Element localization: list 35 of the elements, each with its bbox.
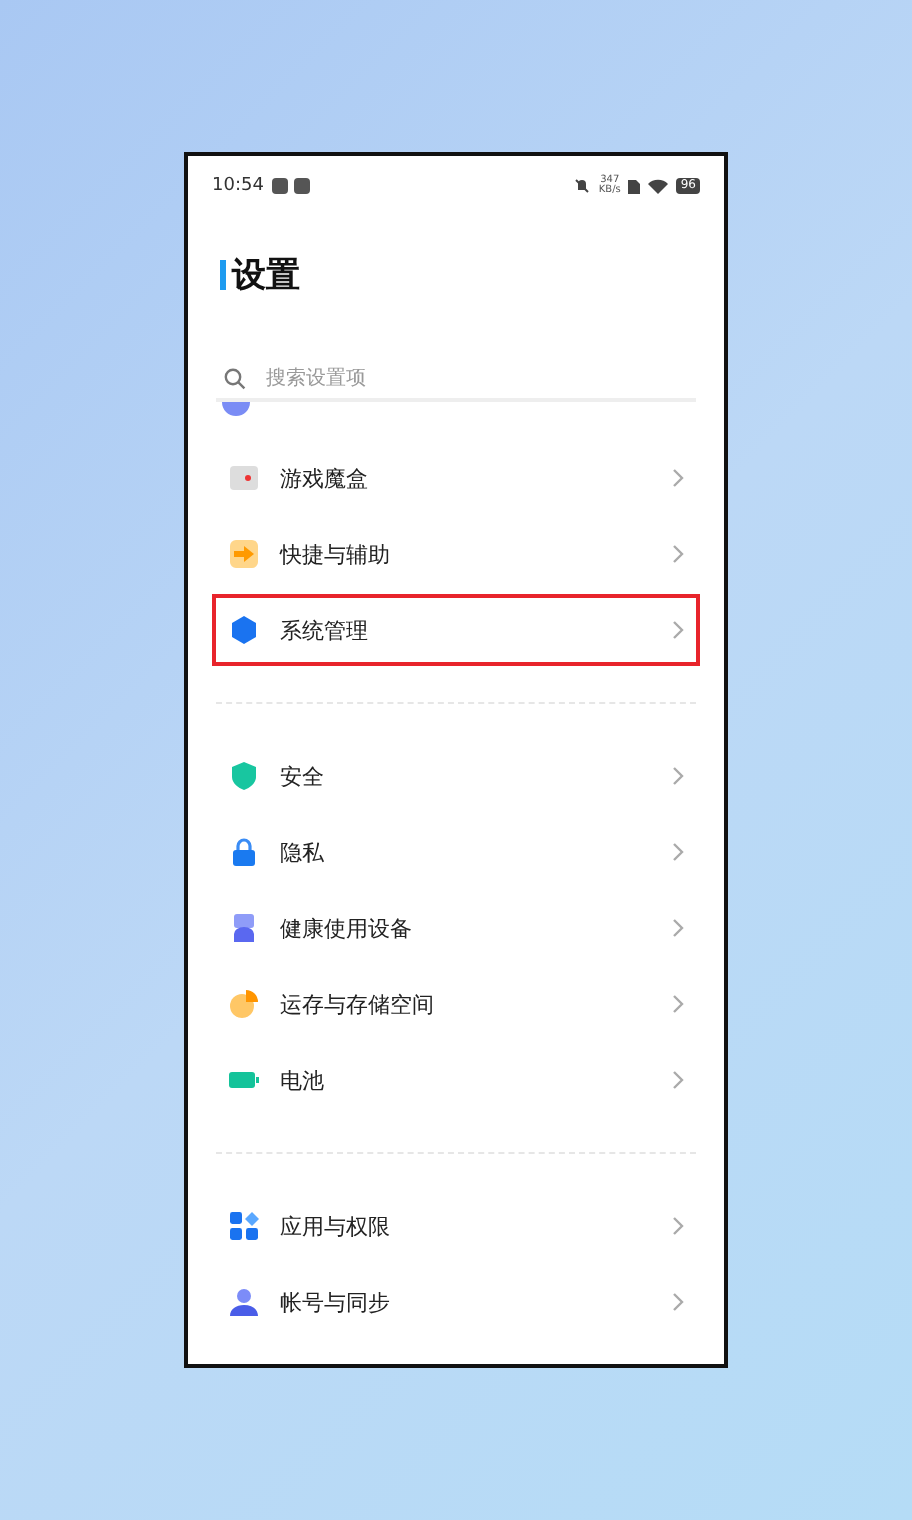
settings-item[interactable]: 游戏魔盒 — [212, 442, 700, 514]
wifi-icon — [648, 178, 669, 194]
chevron-icon — [672, 468, 684, 488]
mute-icon — [574, 178, 591, 194]
chevron-icon — [672, 1070, 684, 1090]
settings-item[interactable]: 快捷与辅助 — [212, 518, 700, 590]
chevron-icon — [672, 918, 684, 938]
apps-icon — [228, 1210, 260, 1242]
chevron-icon — [672, 1216, 684, 1236]
page-title: 设置 — [232, 254, 300, 298]
notification-icons — [271, 178, 312, 194]
settings-item[interactable]: 健康使用设备 — [212, 892, 700, 964]
settings-item[interactable]: 隐私 — [212, 816, 700, 888]
chevron-icon — [672, 620, 684, 640]
chevron-icon — [672, 842, 684, 862]
game-box-icon — [228, 462, 260, 494]
pie-icon — [228, 988, 260, 1020]
settings-item[interactable]: 电池 — [212, 1044, 700, 1116]
shield-icon — [228, 760, 260, 792]
lock-icon — [228, 836, 260, 868]
settings-item[interactable]: 运存与存储空间 — [212, 968, 700, 1040]
search-field[interactable]: 搜索设置项 — [262, 365, 688, 391]
settings-item[interactable]: 系统管理 — [212, 594, 700, 666]
search-icon — [224, 367, 246, 389]
person-icon — [228, 1286, 260, 1318]
settings-item[interactable]: 帐号与同步 — [212, 1266, 700, 1338]
hexagon-icon — [228, 614, 260, 646]
chevron-icon — [672, 766, 684, 786]
settings-item[interactable]: 安全 — [212, 740, 700, 812]
chevron-icon — [672, 1292, 684, 1312]
chevron-icon — [672, 544, 684, 564]
settings-item[interactable]: 应用与权限 — [212, 1190, 700, 1262]
status-time: 10:54 — [212, 176, 264, 196]
sim-icon — [628, 178, 641, 194]
chevron-icon — [672, 994, 684, 1014]
